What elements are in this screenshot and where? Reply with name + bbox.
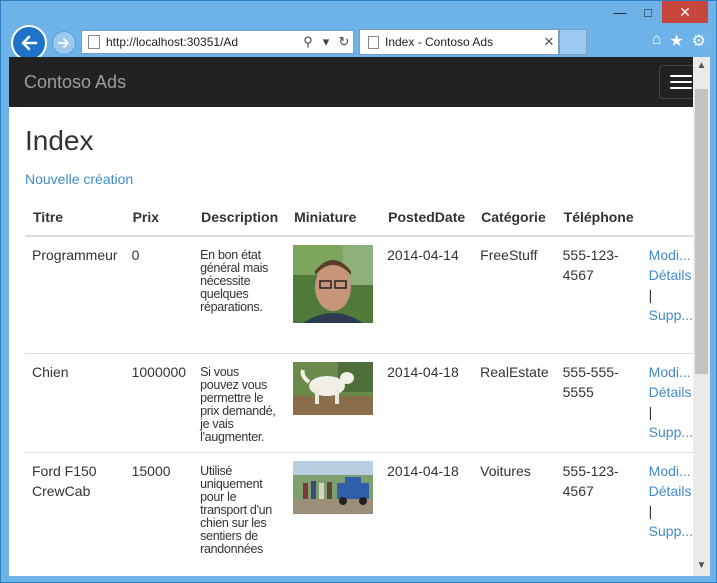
forward-arrow-icon [58, 38, 69, 48]
table-header-row: Titre Prix Description Miniature PostedD… [25, 199, 701, 237]
search-icon[interactable]: ⚲ [299, 34, 317, 50]
cell-phone: 555-123-4567 [555, 451, 642, 564]
header-actions [641, 199, 701, 237]
header-phone: Téléphone [555, 199, 642, 237]
new-tab-button[interactable] [559, 29, 587, 55]
back-button[interactable] [11, 25, 47, 61]
cell-phone: 555-123-4567 [555, 235, 642, 353]
create-new-link[interactable]: Nouvelle création [25, 171, 133, 187]
cell-thumbnail [286, 451, 381, 564]
tab-title: Index - Contoso Ads [385, 35, 494, 49]
scroll-up-arrow-icon[interactable]: ▲ [693, 57, 710, 74]
scroll-thumb[interactable] [695, 89, 708, 374]
cell-posted-date: 2014-04-18 [380, 451, 474, 564]
header-category: Catégorie [473, 199, 556, 237]
forward-button[interactable] [52, 31, 76, 55]
favorites-star-icon[interactable]: ★ [669, 31, 683, 51]
settings-gear-icon[interactable]: ⚙ [692, 31, 706, 51]
portrait-photo-thumbnail[interactable] [293, 245, 374, 323]
browser-tools: ⌂ ★ ⚙ [652, 31, 706, 51]
table-row: Programmeur 0 En bon état général mais n… [25, 235, 701, 353]
dog-photo-thumbnail[interactable] [293, 361, 374, 415]
cell-posted-date: 2014-04-18 [380, 352, 474, 452]
header-price: Prix [124, 199, 194, 237]
cell-category: RealEstate [473, 352, 556, 452]
tab-page-icon [368, 35, 379, 49]
maximize-icon[interactable]: □ [634, 1, 662, 23]
ads-table: Titre Prix Description Miniature PostedD… [25, 199, 701, 564]
cell-posted-date: 2014-04-14 [380, 235, 474, 353]
address-url[interactable]: http://localhost:30351/Ad [106, 35, 299, 49]
table-row: Chien 1000000 Si vous pouvez vous permet… [25, 352, 701, 452]
cell-category: Voitures [473, 451, 556, 564]
page-icon [88, 35, 100, 49]
browser-window: — □ ✕ http://localhost:30351/Ad ⚲ ▾ ↻ In… [0, 0, 717, 583]
cell-title: Ford F150 CrewCab [25, 451, 125, 564]
tab-close-icon[interactable]: ✕ [540, 34, 558, 50]
cell-price: 0 [124, 235, 194, 353]
cell-category: FreeStuff [473, 235, 556, 353]
table-row: Ford F150 CrewCab 15000 Utilisé uniqueme… [25, 451, 701, 564]
header-title: Titre [25, 199, 125, 237]
hamburger-bar [670, 75, 692, 77]
page-viewport: Contoso Ads Index Nouvelle création Titr… [9, 57, 710, 576]
refresh-icon[interactable]: ↻ [335, 34, 353, 50]
header-thumbnail: Miniature [286, 199, 381, 237]
cell-description: En bon état général mais nécessite quelq… [193, 235, 287, 353]
browser-nav-row: http://localhost:30351/Ad ⚲ ▾ ↻ Index - … [1, 23, 717, 61]
cell-description: Utilisé uniquement pour le transport d'u… [193, 451, 287, 564]
page-title: Index [25, 125, 94, 156]
cell-phone: 555-555-5555 [555, 352, 642, 452]
cell-actions: Modi... Détails | Supp... [641, 352, 701, 452]
main-container: Index Nouvelle création Titre Prix Descr… [9, 125, 701, 564]
cell-price: 1000000 [124, 352, 194, 452]
cell-price: 15000 [124, 451, 194, 564]
cell-thumbnail [286, 352, 381, 452]
cell-description: Si vous pouvez vous permettre le prix de… [193, 352, 287, 452]
dropdown-icon[interactable]: ▾ [317, 34, 335, 50]
address-bar[interactable]: http://localhost:30351/Ad ⚲ ▾ ↻ [81, 30, 354, 54]
scroll-down-arrow-icon[interactable]: ▼ [693, 557, 710, 574]
close-icon[interactable]: ✕ [662, 1, 708, 23]
header-description: Description [193, 199, 287, 237]
cell-thumbnail [286, 235, 381, 353]
cell-actions: Modi... Détails | Supp... [641, 235, 701, 353]
browser-tab[interactable]: Index - Contoso Ads ✕ [359, 29, 559, 55]
home-icon[interactable]: ⌂ [652, 31, 662, 51]
cell-title: Chien [25, 352, 125, 452]
brand-link[interactable]: Contoso Ads [24, 72, 126, 93]
hamburger-bar [670, 87, 692, 89]
back-arrow-icon [21, 35, 38, 51]
site-navbar: Contoso Ads [9, 57, 710, 107]
header-posted-date: PostedDate [380, 199, 474, 237]
minimize-icon[interactable]: — [606, 1, 634, 23]
cell-actions: Modi... Détails | Supp... [641, 451, 701, 564]
vertical-scrollbar[interactable]: ▲ ▼ [693, 57, 710, 576]
hamburger-bar [670, 81, 692, 83]
cell-title: Programmeur [25, 235, 125, 353]
truck-photo-thumbnail[interactable] [293, 460, 374, 514]
window-caption-buttons: — □ ✕ [606, 1, 708, 23]
